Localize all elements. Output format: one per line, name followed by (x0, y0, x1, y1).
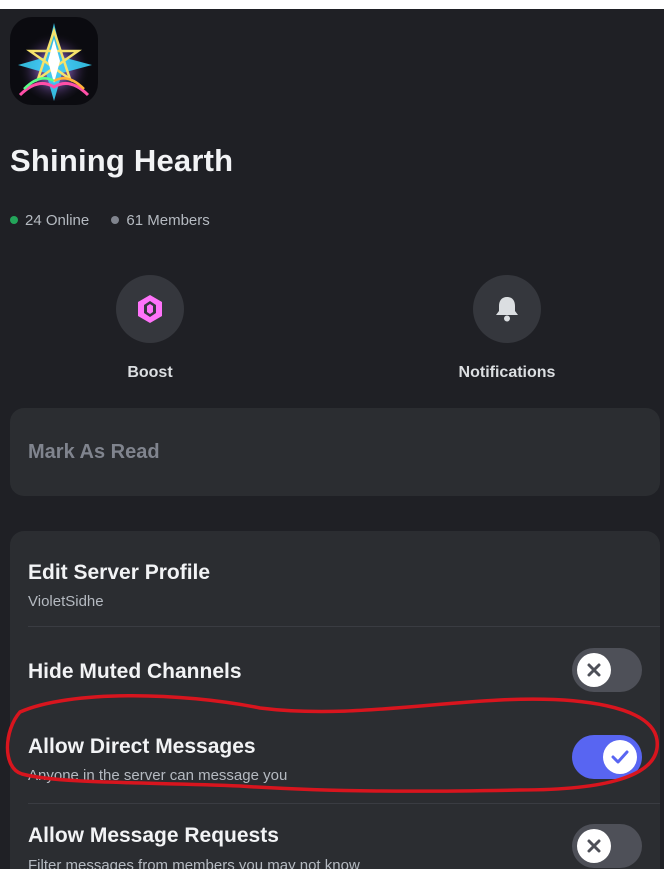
toggle-knob (577, 653, 611, 687)
edit-server-profile-title: Edit Server Profile (28, 561, 211, 584)
server-name: Shining Hearth (10, 143, 234, 178)
star-emblem-icon (18, 23, 92, 101)
hide-muted-channels-toggle[interactable] (572, 648, 642, 692)
boost-label: Boost (127, 364, 173, 381)
edit-server-profile-row[interactable]: Edit Server Profile VioletSidhe (10, 531, 660, 627)
server-settings-list: Edit Server Profile VioletSidhe Hide Mut… (10, 531, 660, 869)
member-count-text: 61 Members (126, 211, 210, 229)
online-dot-icon (10, 216, 18, 224)
server-menu-panel: Shining Hearth 24 Online 61 Members Boos… (0, 9, 664, 869)
hide-muted-channels-title: Hide Muted Channels (28, 660, 242, 683)
allow-direct-messages-title: Allow Direct Messages (28, 735, 256, 758)
boost-button-circle[interactable] (116, 275, 184, 343)
allow-direct-messages-toggle[interactable] (572, 735, 642, 779)
bell-icon (496, 297, 518, 322)
hide-muted-channels-row[interactable]: Hide Muted Channels (10, 627, 660, 713)
checkmark-icon (611, 750, 629, 764)
notifications-button-circle[interactable] (473, 275, 541, 343)
allow-direct-messages-subtitle: Anyone in the server can message you (28, 767, 288, 784)
notifications-label: Notifications (458, 364, 556, 381)
allow-message-requests-row[interactable]: Allow Message Requests Filter messages f… (10, 804, 660, 869)
allow-message-requests-subtitle: Filter messages from members you may not… (28, 857, 360, 869)
server-icon[interactable] (10, 17, 98, 105)
member-count: 61 Members (111, 211, 210, 229)
online-count: 24 Online (10, 212, 89, 229)
mark-as-read-button[interactable]: Mark As Read (10, 408, 660, 496)
boost-gem-icon (138, 295, 162, 323)
server-stats: 24 Online 61 Members (10, 211, 228, 229)
notifications-button[interactable]: Notifications (437, 275, 577, 382)
allow-message-requests-toggle[interactable] (572, 824, 642, 868)
mark-as-read-label: Mark As Read (28, 441, 160, 463)
edit-server-profile-nickname: VioletSidhe (28, 593, 104, 610)
online-count-text: 24 Online (25, 211, 90, 229)
allow-direct-messages-row[interactable]: Allow Direct Messages Anyone in the serv… (10, 713, 660, 803)
allow-message-requests-title: Allow Message Requests (28, 824, 279, 847)
toggle-knob (603, 740, 637, 774)
member-dot-icon (111, 216, 120, 224)
close-icon (587, 839, 601, 853)
close-icon (587, 663, 601, 677)
toggle-knob (577, 829, 611, 863)
boost-button[interactable]: Boost (80, 275, 220, 382)
